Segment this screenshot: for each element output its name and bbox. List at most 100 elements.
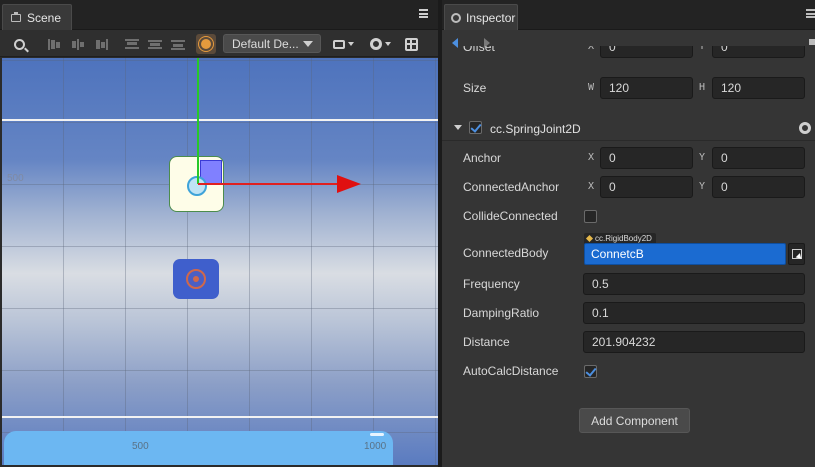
connected-anchor-y-field[interactable]: 0 (712, 176, 805, 198)
ruler-tick-label: 500 (132, 441, 149, 452)
connected-body-field[interactable]: ConnetcB (584, 243, 786, 265)
scene-icon (11, 11, 21, 22)
scene-menu-icon[interactable] (419, 9, 428, 18)
collide-connected-row: CollideConnected (442, 203, 815, 229)
scene-guide-line (2, 119, 438, 121)
axis-label: X (588, 152, 595, 163)
component-type-icon (585, 234, 594, 243)
collapse-caret-icon[interactable] (454, 125, 462, 130)
node-pivot-icon (186, 269, 206, 289)
align-center-h-icon (71, 38, 85, 50)
grid-label: 500 (7, 173, 24, 184)
inspector-tabbar: Inspector (442, 0, 815, 30)
size-row: Size W 120 H 120 (442, 75, 815, 101)
inspector-panel: Inspector Offset X 0 Y 0 Size W 120 H 12… (442, 0, 815, 467)
size-label: Size (463, 81, 487, 95)
component-enabled-checkbox[interactable] (469, 121, 482, 134)
move-gizmo-y-axis[interactable] (197, 58, 199, 184)
zoom-icon (13, 38, 25, 50)
anchor-y-field[interactable]: 0 (712, 147, 805, 169)
anchor-row: Anchor X 0 Y 0 (442, 145, 815, 171)
frequency-row: Frequency 0.5 (442, 271, 815, 297)
component-gear-icon[interactable] (799, 122, 811, 134)
auto-calc-distance-label: AutoCalcDistance (463, 364, 559, 378)
damping-ratio-row: DampingRatio 0.1 (442, 300, 815, 326)
axis-label: X (588, 181, 595, 192)
frequency-label: Frequency (463, 277, 520, 291)
anchor-x-field[interactable]: 0 (600, 147, 693, 169)
connected-anchor-label: ConnectedAnchor (463, 180, 560, 194)
damping-ratio-field[interactable]: 0.1 (583, 302, 805, 324)
align-left-icon (48, 38, 62, 50)
chevron-down-icon (303, 41, 313, 47)
caret-down-icon (384, 42, 391, 46)
lock-icon[interactable] (809, 39, 815, 45)
pick-cursor-icon (791, 249, 802, 259)
align-bottom-icon (171, 39, 185, 50)
axis-label: X (588, 46, 595, 52)
gear-icon (369, 38, 382, 50)
axis-label: Y (699, 46, 706, 52)
scene-panel: Scene Default De... 500 500 1000 (0, 0, 438, 467)
align-bottom-button[interactable] (170, 34, 186, 54)
move-gizmo-x-axis[interactable] (198, 183, 339, 185)
damping-ratio-label: DampingRatio (463, 306, 540, 320)
scene-viewport[interactable]: 500 500 1000 (2, 58, 438, 465)
layout-button[interactable] (402, 34, 420, 54)
auto-calc-distance-checkbox[interactable] (584, 365, 597, 378)
distance-row: Distance 201.904232 (442, 329, 815, 355)
lighting-toggle-button[interactable] (196, 34, 216, 54)
collide-connected-checkbox[interactable] (584, 210, 597, 223)
inspector-menu-icon[interactable] (806, 9, 815, 18)
component-header[interactable]: cc.SpringJoint2D (442, 115, 815, 141)
frequency-field[interactable]: 0.5 (583, 273, 805, 295)
sun-icon (201, 39, 211, 49)
connected-node[interactable] (173, 259, 219, 299)
axis-label: Y (699, 152, 706, 163)
align-center-h-button[interactable] (70, 34, 86, 54)
tab-scene[interactable]: Scene (2, 4, 73, 30)
align-middle-button[interactable] (147, 34, 163, 54)
zoom-button[interactable] (10, 34, 28, 54)
editor-window: Scene Default De... 500 500 1000 Inspect… (0, 0, 815, 467)
ruler-handle[interactable] (370, 433, 384, 436)
align-top-icon (125, 38, 139, 50)
align-top-button[interactable] (124, 34, 140, 54)
gear-icon (451, 12, 461, 23)
connected-body-label: ConnectedBody (463, 246, 549, 260)
anchor-label: Anchor (463, 151, 502, 165)
offset-y-field[interactable]: 0 (712, 46, 805, 58)
add-component-button[interactable]: Add Component (579, 408, 690, 433)
camera-view-button[interactable] (331, 34, 355, 54)
align-left-button[interactable] (47, 34, 63, 54)
connected-anchor-x-field[interactable]: 0 (600, 176, 693, 198)
caret-down-icon (347, 42, 354, 46)
ruler-tick-label: 1000 (364, 441, 387, 452)
move-gizmo-x-arrow-icon[interactable] (337, 175, 361, 193)
layout-icon (404, 37, 418, 51)
pivot-dot (193, 276, 199, 282)
component-title: cc.SpringJoint2D (490, 122, 581, 136)
scene-ruler: 500 1000 (4, 431, 393, 465)
inspector-tab-label: Inspector (466, 10, 516, 25)
axis-label: Y (699, 181, 706, 192)
scene-tab-label: Scene (27, 10, 62, 25)
camera-dropdown-value: Default De... (232, 36, 299, 51)
offset-label: Offset (463, 46, 495, 54)
camera-dropdown[interactable]: Default De... (223, 34, 321, 53)
size-h-field[interactable]: 120 (712, 77, 805, 99)
auto-calc-distance-row: AutoCalcDistance (442, 358, 815, 384)
tab-inspector[interactable]: Inspector (444, 4, 518, 30)
axis-label: H (699, 82, 706, 93)
size-w-field[interactable]: 120 (600, 77, 693, 99)
align-right-icon (94, 38, 108, 50)
scene-settings-button[interactable] (368, 34, 392, 54)
offset-x-field[interactable]: 0 (600, 46, 693, 58)
pick-object-button[interactable] (788, 243, 805, 265)
connected-body-type: cc.RigidBody2D (595, 234, 652, 243)
align-right-button[interactable] (93, 34, 109, 54)
distance-field[interactable]: 201.904232 (583, 331, 805, 353)
scene-tabbar: Scene (0, 0, 438, 30)
scene-guide-line (2, 416, 438, 418)
axis-label: W (588, 82, 595, 93)
